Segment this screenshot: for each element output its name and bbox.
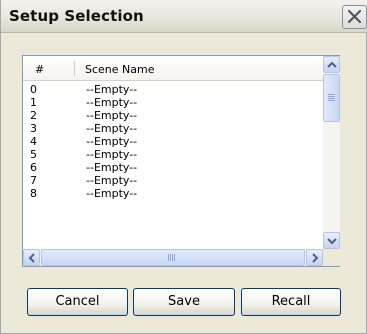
scene-name: --Empty-- (86, 174, 138, 187)
scene-name: --Empty-- (86, 187, 138, 200)
scroll-right-button[interactable] (306, 249, 323, 266)
column-divider[interactable] (74, 61, 75, 76)
list-rows: 0 --Empty-- 1 --Empty-- 2 --Empty-- 3 --Empty--… (23, 83, 323, 200)
list-item[interactable]: 6 --Empty-- (23, 161, 323, 174)
list-item[interactable]: 4 --Empty-- (23, 135, 323, 148)
list-item[interactable]: 8 --Empty-- (23, 187, 323, 200)
scene-number: 0 (30, 83, 37, 96)
scene-name: --Empty-- (86, 161, 138, 174)
list-item[interactable]: 3 --Empty-- (23, 122, 323, 135)
horizontal-scroll-thumb[interactable] (41, 249, 305, 266)
dialog-title: Setup Selection (9, 7, 144, 25)
scene-number: 7 (30, 174, 37, 187)
setup-selection-dialog: Setup Selection # Scene Name 0 --Empty-- 1… (0, 0, 367, 334)
scroll-up-button[interactable] (323, 56, 340, 73)
recall-button[interactable]: Recall (241, 288, 341, 316)
scene-name: --Empty-- (86, 83, 138, 96)
vertical-scroll-thumb[interactable] (323, 74, 340, 122)
scene-name: --Empty-- (86, 96, 138, 109)
chevron-left-icon (28, 253, 35, 263)
chevron-right-icon (312, 253, 319, 263)
list-item[interactable]: 2 --Empty-- (23, 109, 323, 122)
list-item[interactable]: 1 --Empty-- (23, 96, 323, 109)
scene-name: --Empty-- (86, 148, 138, 161)
column-header-scene-name[interactable]: Scene Name (85, 63, 155, 76)
list-item[interactable]: 7 --Empty-- (23, 174, 323, 187)
scroll-down-button[interactable] (323, 232, 340, 249)
chevron-up-icon (327, 61, 337, 68)
scene-name: --Empty-- (86, 135, 138, 148)
scene-number: 3 (30, 122, 37, 135)
scroll-left-button[interactable] (23, 249, 40, 266)
close-button[interactable] (342, 5, 367, 29)
title-bar[interactable]: Setup Selection (1, 0, 367, 33)
close-icon (347, 9, 362, 24)
scene-number: 4 (30, 135, 37, 148)
scene-number: 2 (30, 109, 37, 122)
scene-name: --Empty-- (86, 122, 138, 135)
list-item[interactable]: 0 --Empty-- (23, 83, 323, 96)
scene-number: 5 (30, 148, 37, 161)
scene-number: 1 (30, 96, 37, 109)
list-header: # Scene Name (23, 56, 323, 81)
chevron-down-icon (327, 238, 337, 245)
scrollbar-corner (323, 249, 340, 266)
column-header-number[interactable]: # (35, 63, 44, 76)
scene-number: 8 (30, 187, 37, 200)
cancel-button[interactable]: Cancel (27, 288, 128, 316)
scene-number: 6 (30, 161, 37, 174)
scene-list[interactable]: # Scene Name 0 --Empty-- 1 --Empty-- 2 --Empt… (22, 55, 340, 267)
save-button[interactable]: Save (133, 288, 235, 316)
list-item[interactable]: 5 --Empty-- (23, 148, 323, 161)
scene-name: --Empty-- (86, 109, 138, 122)
